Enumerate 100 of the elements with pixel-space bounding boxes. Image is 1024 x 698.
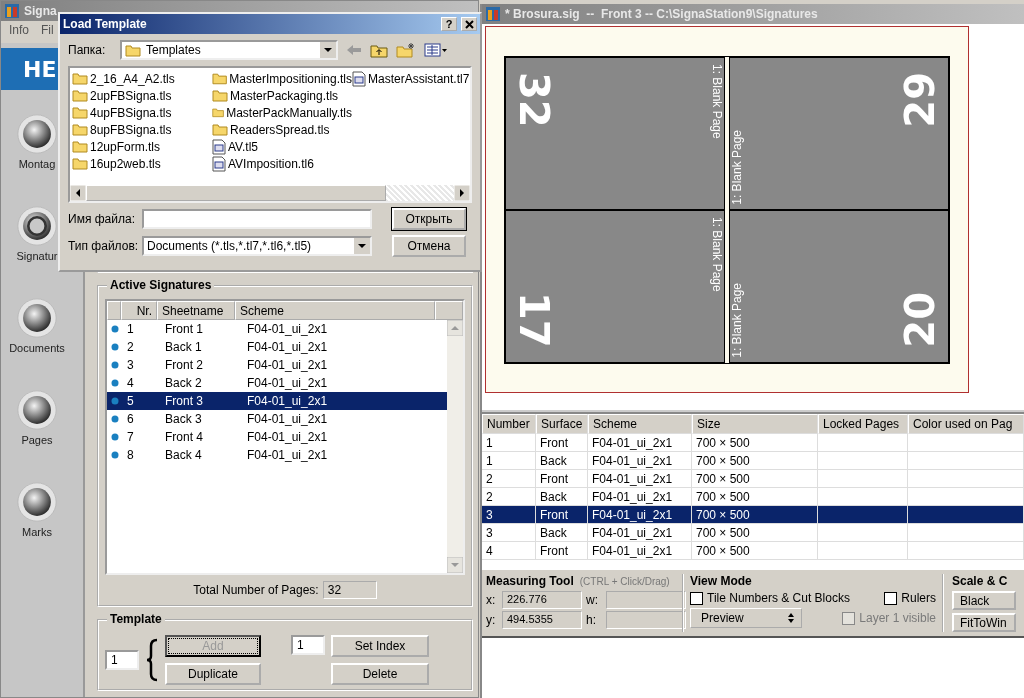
table-cell: 700 × 500	[696, 526, 750, 540]
ball-button-icon[interactable]	[17, 482, 57, 522]
dot-icon	[111, 325, 119, 333]
signature-row[interactable]: 6 Back 3 F04-01_ui_2x1	[107, 410, 447, 428]
file-item[interactable]: MasterPackManually.tls	[212, 104, 352, 121]
column-header[interactable]: Color used on Pag	[908, 414, 1024, 434]
signature-row[interactable]: 5 Front 3 F04-01_ui_2x1	[107, 392, 447, 410]
column-header[interactable]: Nr.	[121, 301, 157, 320]
ball-button-icon[interactable]	[17, 390, 57, 430]
checkbox[interactable]	[884, 591, 898, 605]
column-header[interactable]: Sheetname	[157, 301, 235, 320]
table-cell: 3	[486, 508, 493, 522]
help-button[interactable]: ?	[441, 17, 457, 31]
menu-item[interactable]: Info	[9, 23, 29, 41]
signature-row[interactable]: 7 Front 4 F04-01_ui_2x1	[107, 428, 447, 446]
file-item[interactable]: 2upFBSigna.tls	[72, 87, 212, 104]
page[interactable]: 17 1: Blank Page	[505, 209, 725, 363]
signature-row[interactable]: 2 Back 1 F04-01_ui_2x1	[107, 338, 447, 356]
index-field[interactable]: 1	[291, 635, 325, 655]
file-item[interactable]: 16up2web.tls	[72, 155, 212, 172]
close-icon	[464, 19, 474, 29]
table-row[interactable]: 1 Front F04-01_ui_2x1 700 × 500	[482, 434, 1024, 452]
page-number: 20	[900, 291, 940, 348]
file-item[interactable]: 4upFBSigna.tls	[72, 104, 212, 121]
page[interactable]: 32 1: Blank Page	[505, 56, 725, 210]
signature-row[interactable]: 3 Front 2 F04-01_ui_2x1	[107, 356, 447, 374]
y-field: 494.5355	[502, 611, 582, 629]
open-button[interactable]: Открыть	[392, 208, 466, 230]
ring-button-icon[interactable]	[17, 206, 57, 246]
signature-row[interactable]: 4 Back 2 F04-01_ui_2x1	[107, 374, 447, 392]
page-label: 1: Blank Page	[710, 63, 724, 139]
column-header[interactable]: Scheme	[588, 414, 692, 434]
table-cell-text: Back 1	[164, 340, 203, 354]
table-row[interactable]: 1 Back F04-01_ui_2x1 700 × 500	[482, 452, 1024, 470]
file-item[interactable]: 8upFBSigna.tls	[72, 121, 212, 138]
column-header[interactable]: Size	[692, 414, 818, 434]
nav-label[interactable]: Pages	[21, 434, 53, 446]
table-row[interactable]: 4 Front F04-01_ui_2x1 700 × 500	[482, 542, 1024, 560]
file-item[interactable]: MasterPackaging.tls	[212, 87, 352, 104]
scale-button[interactable]: FitToWin	[952, 613, 1016, 632]
file-item[interactable]: MasterAssistant.tl7	[352, 70, 470, 87]
file-item[interactable]: 12upForm.tls	[72, 138, 212, 155]
page-number: 17	[514, 291, 554, 348]
page[interactable]: 20 1: Blank Page	[729, 209, 949, 363]
table-cell: 700 × 500	[696, 472, 750, 486]
table-row[interactable]: 3 Back F04-01_ui_2x1 700 × 500	[482, 524, 1024, 542]
signature-row[interactable]: 1 Front 1 F04-01_ui_2x1	[107, 320, 447, 338]
file-item[interactable]: AVImposition.tl6	[212, 155, 352, 172]
table-cell: 2	[486, 472, 493, 486]
count-field[interactable]: 1	[105, 650, 139, 670]
column-header[interactable]: Number	[482, 414, 536, 434]
ball-button-icon[interactable]	[17, 298, 57, 338]
checkbox-label: Tile Numbers & Cut Blocks	[707, 591, 850, 605]
view-menu-icon[interactable]	[424, 43, 448, 57]
filename-field[interactable]	[142, 209, 372, 229]
checkbox[interactable]	[690, 591, 703, 605]
up-folder-icon[interactable]	[370, 42, 388, 58]
table-cell: F04-01_ui_2x1	[592, 544, 673, 558]
table-cell-text: F04-01_ui_2x1	[246, 376, 329, 390]
dialog-title: Load Template	[63, 17, 147, 31]
folder-icon	[125, 43, 141, 57]
table-cell-text: F04-01_ui_2x1	[246, 394, 329, 408]
filetype-dropdown[interactable]: Documents (*.tls,*.tl7,*.tl6,*.tl5)	[142, 236, 372, 256]
total-label: Total Number of Pages:	[193, 583, 319, 597]
nav-label[interactable]: Signatur	[16, 250, 58, 262]
new-folder-icon[interactable]	[396, 42, 416, 58]
ball-button-icon[interactable]	[17, 114, 57, 154]
page[interactable]: 29 1: Blank Page	[729, 56, 949, 210]
column-header[interactable]: Scheme	[235, 301, 435, 320]
table-row[interactable]: 3 Front F04-01_ui_2x1 700 × 500	[482, 506, 1024, 524]
file-item[interactable]: ReadersSpread.tls	[212, 121, 352, 138]
table-cell: F04-01_ui_2x1	[592, 526, 673, 540]
set-index-button[interactable]: Set Index	[331, 635, 429, 657]
hint-text: (CTRL + Click/Drag)	[579, 576, 670, 587]
signature-row[interactable]: 8 Back 4 F04-01_ui_2x1	[107, 446, 447, 464]
folder-dropdown[interactable]: Templates	[120, 40, 338, 60]
column-header[interactable]: Locked Pages	[818, 414, 908, 434]
table-cell: F04-01_ui_2x1	[592, 490, 673, 504]
nav-label[interactable]: Montag	[18, 158, 56, 170]
table-cell: F04-01_ui_2x1	[592, 454, 673, 468]
scroll-left-icon[interactable]	[70, 185, 86, 201]
nav-label[interactable]: Documents	[9, 342, 65, 354]
table-row[interactable]: 2 Front F04-01_ui_2x1 700 × 500	[482, 470, 1024, 488]
cancel-button[interactable]: Отмена	[392, 235, 466, 257]
menu-item[interactable]: Fil	[41, 23, 54, 41]
table-cell: 1	[486, 436, 493, 450]
scroll-right-icon[interactable]	[454, 185, 470, 201]
column-header[interactable]: Surface	[536, 414, 588, 434]
close-button[interactable]	[461, 17, 477, 31]
delete-button[interactable]: Delete	[331, 663, 429, 685]
file-item[interactable]: AV.tl5	[212, 138, 352, 155]
folder-icon	[72, 89, 88, 102]
file-item[interactable]: MasterImpositioning.tls	[212, 70, 352, 87]
scale-button[interactable]: Black	[952, 591, 1016, 610]
duplicate-button[interactable]: Duplicate	[165, 663, 261, 685]
table-cell: 700 × 500	[696, 544, 750, 558]
app-icon	[4, 3, 20, 19]
table-cell: Front	[540, 436, 568, 450]
view-mode-select[interactable]: Preview	[690, 608, 802, 628]
nav-label[interactable]: Marks	[22, 526, 52, 538]
